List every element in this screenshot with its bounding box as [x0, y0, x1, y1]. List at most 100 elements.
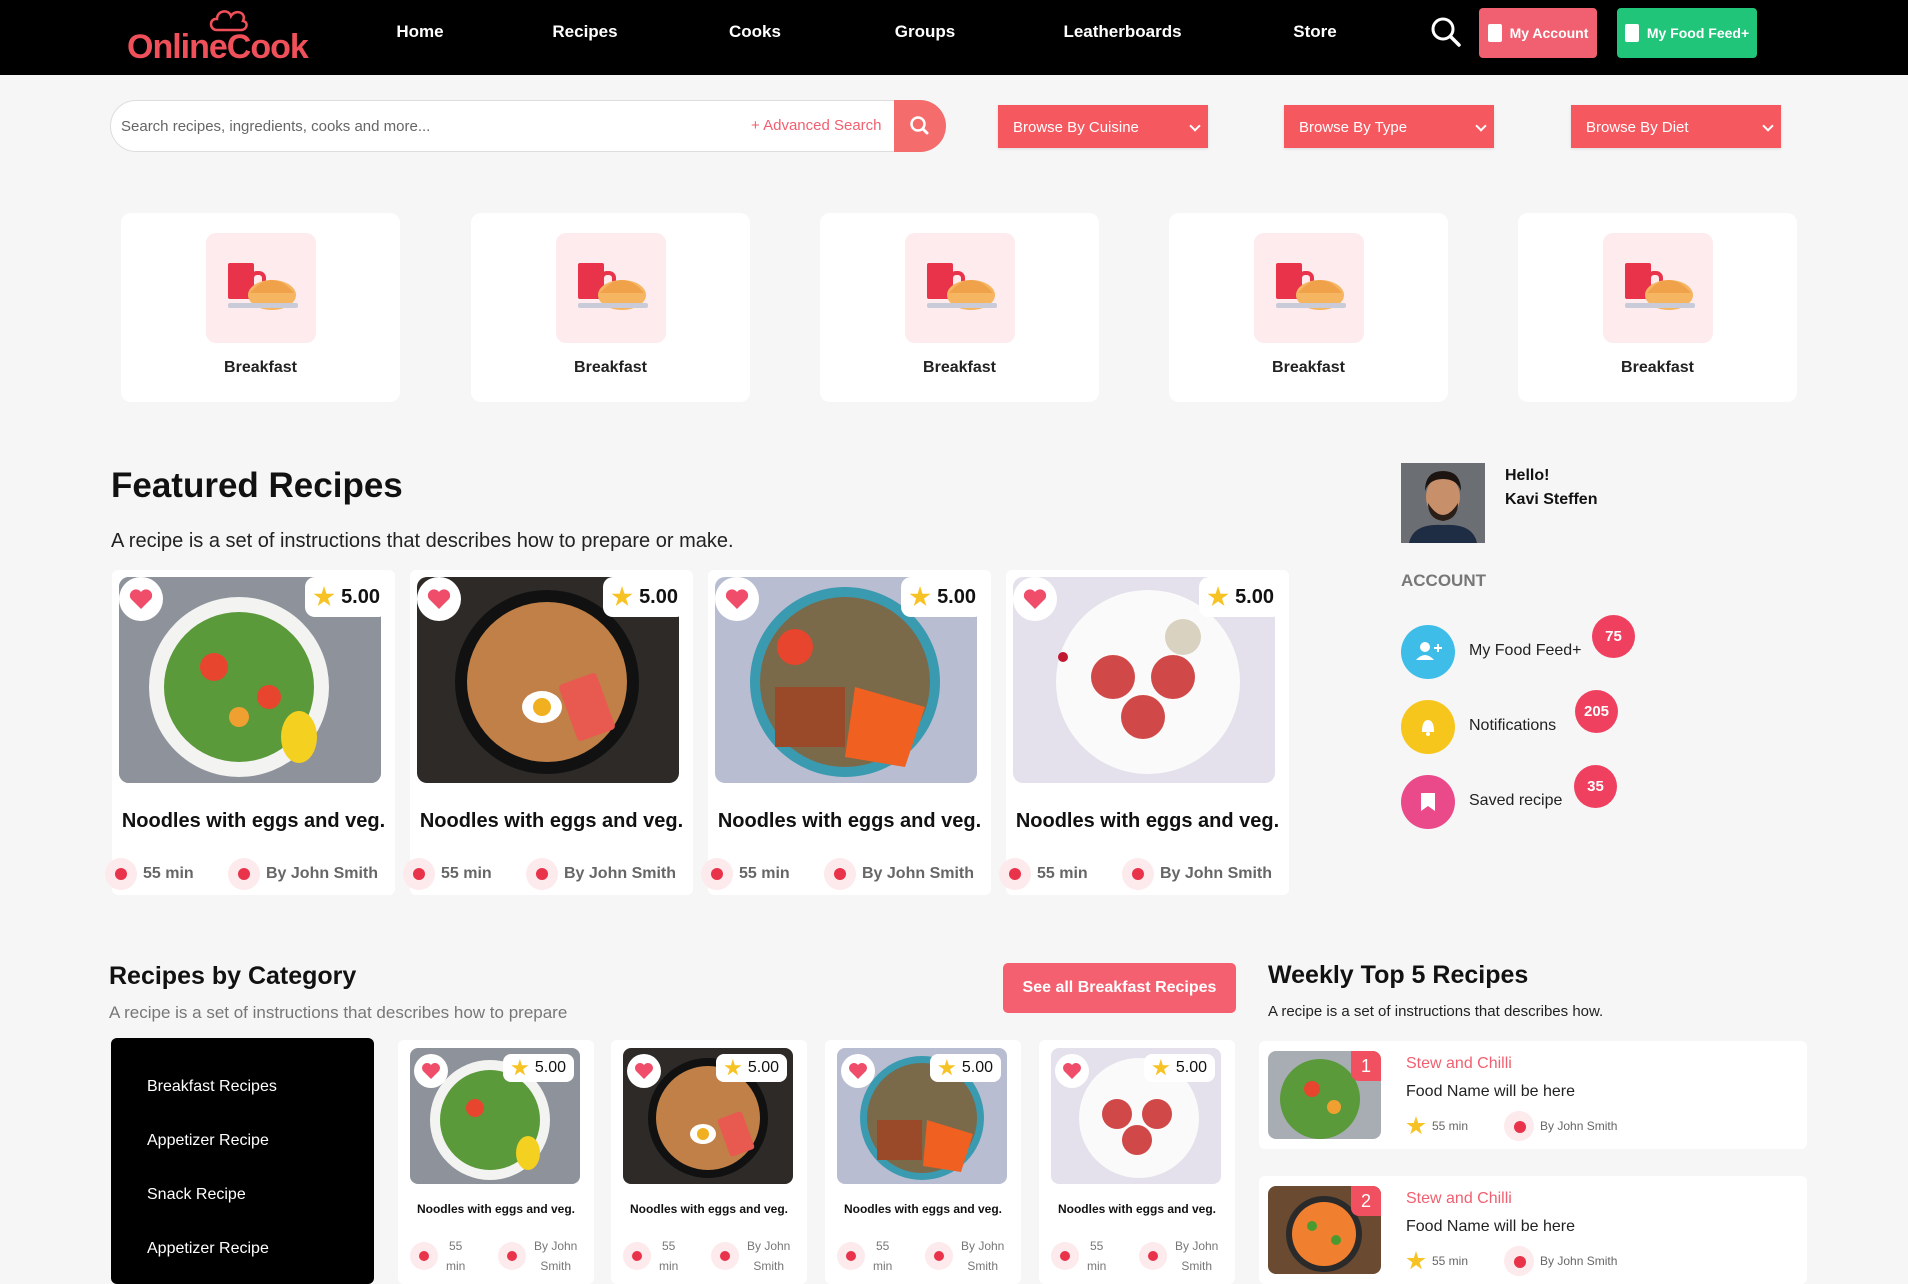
rating-value: 5.00: [1175, 1059, 1207, 1076]
author-name-line2: Smith: [540, 1259, 572, 1273]
recipe-author[interactable]: By John Smith: [925, 1236, 1004, 1276]
author-name: By John Smith: [1160, 865, 1273, 882]
favorite-heart-button[interactable]: [119, 577, 163, 621]
favorite-heart-button[interactable]: [627, 1054, 661, 1088]
author-name[interactable]: By John Smith: [1540, 1254, 1617, 1268]
star-icon: [313, 586, 335, 607]
my-account-button[interactable]: My Account: [1479, 8, 1597, 58]
nav-recipes[interactable]: Recipes: [545, 0, 625, 75]
weekly-recipe-item[interactable]: 1 Stew and Chilli Food Name will be here…: [1259, 1041, 1807, 1149]
recipe-title[interactable]: Noodles with eggs and veg.: [611, 1202, 807, 1216]
category-list-item[interactable]: Appetizer Recipe: [147, 1132, 269, 1150]
category-recipe-card[interactable]: 5.00 Noodles with eggs and veg. 55 min By…: [825, 1040, 1021, 1284]
favorite-heart-button[interactable]: [414, 1054, 448, 1088]
clock-icon: [623, 1242, 651, 1270]
recipe-name[interactable]: Food Name will be here: [1406, 1218, 1575, 1236]
search-icon: [910, 116, 929, 135]
recipe-title[interactable]: Noodles with eggs and veg.: [112, 810, 395, 833]
avatar[interactable]: [1401, 463, 1485, 543]
category-list-item[interactable]: Appetizer Recipe: [147, 1240, 269, 1258]
recipe-title[interactable]: Noodles with eggs and veg.: [708, 810, 991, 833]
recipe-author[interactable]: By John Smith: [711, 1236, 790, 1276]
cook-time-value: 55 min: [1037, 865, 1088, 882]
recipe-author[interactable]: By John Smith: [498, 1236, 577, 1276]
recipe-author[interactable]: By John Smith: [526, 858, 676, 890]
category-card[interactable]: Breakfast: [1169, 213, 1448, 402]
favorite-heart-button[interactable]: [1055, 1054, 1089, 1088]
recipe-title[interactable]: Noodles with eggs and veg.: [825, 1202, 1021, 1216]
category-recipe-card[interactable]: 5.00 Noodles with eggs and veg. 55 min By…: [1039, 1040, 1235, 1284]
recipe-search-bar: + Advanced Search: [110, 100, 946, 152]
recipe-author[interactable]: By John Smith: [1139, 1236, 1218, 1276]
featured-recipe-card[interactable]: 5.00 Noodles with eggs and veg. 55 min B…: [105, 570, 395, 895]
category-card[interactable]: Breakfast: [820, 213, 1099, 402]
browse-by-diet-select[interactable]: Browse By Diet: [1571, 105, 1781, 148]
favorite-heart-button[interactable]: [715, 577, 759, 621]
search-input[interactable]: [121, 109, 721, 143]
nav-cooks[interactable]: Cooks: [715, 0, 795, 75]
recipe-category[interactable]: Stew and Chilli: [1406, 1190, 1512, 1208]
category-card[interactable]: Breakfast: [471, 213, 750, 402]
account-item-saved-recipe[interactable]: Saved recipe 35: [1401, 765, 1701, 831]
recipe-meta: 55 min By John Smith: [1406, 1111, 1617, 1141]
logo-text: OnlineCook: [127, 28, 309, 67]
advanced-search-link[interactable]: + Advanced Search: [751, 117, 882, 134]
favorite-heart-button[interactable]: [1013, 577, 1057, 621]
featured-recipes-description: A recipe is a set of instructions that d…: [111, 530, 734, 552]
recipe-title[interactable]: Noodles with eggs and veg.: [398, 1202, 594, 1216]
my-food-feed-button[interactable]: My Food Feed+: [1617, 8, 1757, 58]
category-card[interactable]: Breakfast: [121, 213, 400, 402]
cook-time-value: 55 min: [1432, 1254, 1469, 1268]
cook-time-value: 55 min: [1432, 1119, 1469, 1133]
user-icon: [711, 1242, 739, 1270]
star-icon: [1207, 586, 1229, 607]
search-icon[interactable]: [1430, 16, 1462, 48]
recipe-name[interactable]: Food Name will be here: [1406, 1083, 1575, 1101]
nav-groups[interactable]: Groups: [880, 0, 970, 75]
user-icon: [925, 1242, 953, 1270]
see-all-breakfast-button[interactable]: See all Breakfast Recipes: [1003, 963, 1236, 1013]
account-item-notifications[interactable]: Notifications 205: [1401, 690, 1701, 756]
author-name: By John Smith: [564, 865, 677, 882]
clock-icon: [837, 1242, 865, 1270]
browse-by-type-select[interactable]: Browse By Type: [1284, 105, 1494, 148]
author-name-line2: Smith: [753, 1259, 785, 1273]
recipe-title[interactable]: Noodles with eggs and veg.: [410, 810, 693, 833]
account-item-food-feed[interactable]: My Food Feed+ 75: [1401, 615, 1701, 681]
search-submit-button[interactable]: [894, 100, 946, 152]
nav-store[interactable]: Store: [1280, 0, 1350, 75]
nav-home[interactable]: Home: [380, 0, 460, 75]
favorite-heart-button[interactable]: [841, 1054, 875, 1088]
category-recipe-card[interactable]: 5.00 Noodles with eggs and veg. 55 min By…: [398, 1040, 594, 1284]
star-icon: [611, 586, 633, 607]
browse-by-cuisine-select[interactable]: Browse By Cuisine: [998, 105, 1208, 148]
category-recipe-card[interactable]: 5.00 Noodles with eggs and veg. 55 min By…: [611, 1040, 807, 1284]
favorite-heart-button[interactable]: [417, 577, 461, 621]
recipe-author[interactable]: By John Smith: [228, 858, 378, 890]
recipe-author[interactable]: By John Smith: [1122, 858, 1272, 890]
author-name-line2: Smith: [967, 1259, 999, 1273]
featured-recipe-card[interactable]: 5.00 Noodles with eggs and veg. 55 min B…: [701, 570, 991, 895]
featured-recipe-card[interactable]: 5.00 Noodles with eggs and veg. 55 min B…: [403, 570, 693, 895]
category-list-item[interactable]: Breakfast Recipes: [147, 1078, 277, 1096]
featured-recipe-card[interactable]: 5.00 Noodles with eggs and veg. 55 min B…: [999, 570, 1289, 895]
category-label: Breakfast: [224, 359, 297, 376]
star-icon: [511, 1059, 529, 1076]
category-card[interactable]: Breakfast: [1518, 213, 1797, 402]
user-icon: [1504, 1111, 1535, 1141]
cook-time-unit: min: [873, 1259, 893, 1273]
onlinecook-logo[interactable]: OnlineCook: [127, 10, 309, 67]
chevron-down-icon: [1475, 120, 1487, 132]
recipe-author[interactable]: By John Smith: [824, 858, 974, 890]
recipe-category[interactable]: Stew and Chilli: [1406, 1055, 1512, 1073]
recipe-title[interactable]: Noodles with eggs and veg.: [1039, 1202, 1235, 1216]
nav-leatherboards[interactable]: Leatherboards: [1055, 0, 1190, 75]
weekly-recipe-item[interactable]: 2 Stew and Chilli Food Name will be here…: [1259, 1176, 1807, 1284]
author-name[interactable]: By John Smith: [1540, 1119, 1617, 1133]
category-list-item[interactable]: Snack Recipe: [147, 1186, 246, 1204]
recipe-title[interactable]: Noodles with eggs and veg.: [1006, 810, 1289, 833]
bell-icon: [1401, 700, 1455, 754]
category-label: Breakfast: [574, 359, 647, 376]
rating-value: 5.00: [534, 1059, 566, 1076]
breakfast-icon: [1254, 233, 1364, 343]
